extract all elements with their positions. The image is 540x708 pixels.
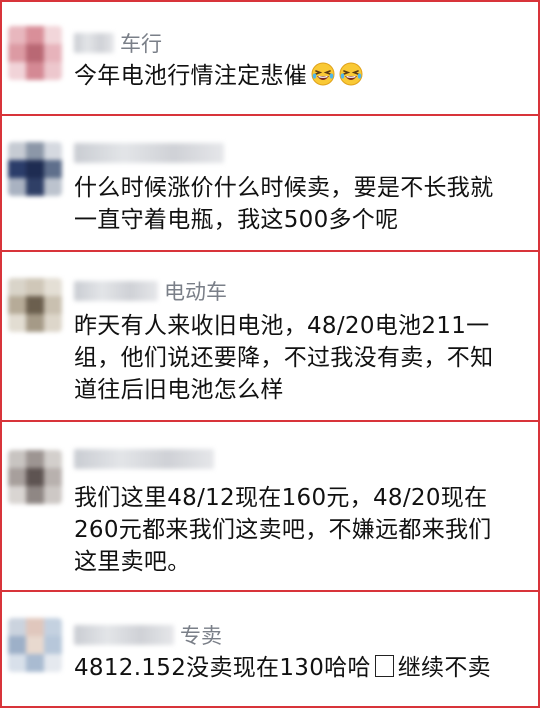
comment-divider bbox=[0, 114, 540, 116]
comment-text-content: 什么时候涨价什么时候卖，要是不长我就一直守着电瓶，我这500多个呢 bbox=[74, 175, 494, 233]
author-name[interactable]: 专卖 bbox=[74, 620, 222, 648]
laughing-crying-emoji-icon bbox=[311, 62, 335, 86]
blurred-name bbox=[74, 281, 158, 301]
comment-text-content: 继续不卖 bbox=[397, 655, 491, 681]
comment-text-content: 我们这里48/12现在160元，48/20现在260元都来我们这卖吧，不嫌远都来… bbox=[74, 485, 492, 575]
blurred-name bbox=[74, 142, 224, 163]
blurred-name bbox=[74, 448, 214, 469]
comment-divider bbox=[0, 250, 540, 252]
avatar[interactable] bbox=[8, 278, 62, 332]
missing-glyph-box-icon bbox=[374, 655, 394, 677]
avatar[interactable] bbox=[8, 142, 62, 196]
author-name-suffix: 车行 bbox=[120, 32, 162, 56]
blurred-name bbox=[74, 33, 114, 53]
laughing-crying-emoji-icon bbox=[339, 62, 363, 86]
comment-text-content: 今年电池行情注定悲催 bbox=[74, 63, 307, 89]
comment-text: 什么时候涨价什么时候卖，要是不长我就一直守着电瓶，我这500多个呢 bbox=[74, 172, 514, 236]
comment-text: 我们这里48/12现在160元，48/20现在260元都来我们这卖吧，不嫌远都来… bbox=[74, 482, 514, 578]
author-name-suffix: 专卖 bbox=[180, 624, 222, 648]
comment-text-content: 昨天有人来收旧电池，48/20电池211一组，他们说还要降，不过我没有卖，不知道… bbox=[74, 313, 494, 403]
comment-divider bbox=[0, 590, 540, 592]
comment-text: 今年电池行情注定悲催 bbox=[74, 60, 514, 92]
author-name[interactable] bbox=[74, 448, 214, 474]
author-name[interactable]: 电动车 bbox=[74, 276, 227, 304]
author-name[interactable] bbox=[74, 142, 224, 168]
blurred-name bbox=[74, 625, 174, 645]
avatar[interactable] bbox=[8, 450, 62, 504]
comment-divider bbox=[0, 420, 540, 422]
avatar[interactable] bbox=[8, 26, 62, 80]
comment-text: 4812.152没卖现在130哈哈 继续不卖 bbox=[74, 652, 514, 684]
comment-text-content: 4812.152没卖现在130哈哈 bbox=[74, 655, 371, 681]
author-name-suffix: 电动车 bbox=[164, 280, 227, 304]
comment-text: 昨天有人来收旧电池，48/20电池211一组，他们说还要降，不过我没有卖，不知道… bbox=[74, 310, 514, 406]
author-name[interactable]: 车行 bbox=[74, 28, 162, 56]
avatar[interactable] bbox=[8, 618, 62, 672]
